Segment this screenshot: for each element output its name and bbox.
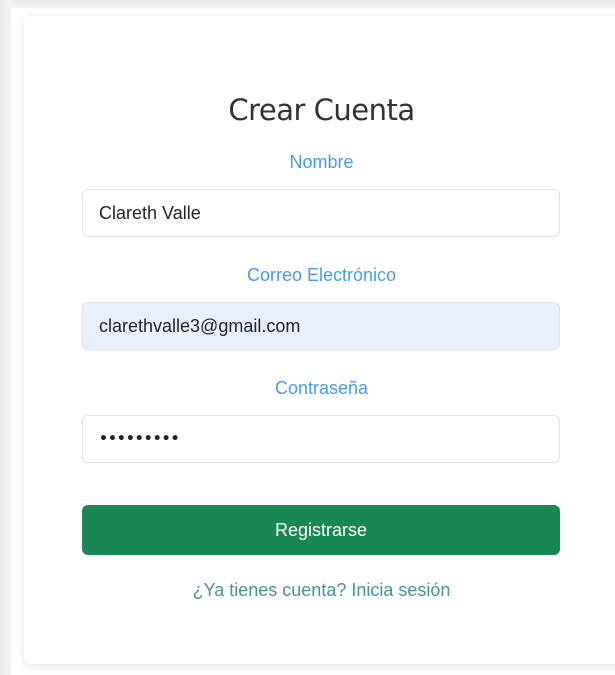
page-title: Crear Cuenta [228,93,415,127]
email-input[interactable]: clarethvalle3@gmail.com [82,302,560,350]
page: Crear Cuenta Nombre Clareth Valle Correo… [0,0,615,675]
password-input[interactable]: ••••••••• [82,415,560,463]
name-input-value: Clareth Valle [99,202,201,223]
register-button[interactable]: Registrarse [82,505,560,555]
name-label: Nombre [289,152,354,172]
email-input-value: clarethvalle3@gmail.com [99,315,301,336]
register-button-label: Registrarse [274,519,368,540]
name-input[interactable]: Clareth Valle [82,189,560,237]
register-card: Crear Cuenta Nombre Clareth Valle Correo… [24,16,615,664]
email-label: Correo Electrónico [246,265,397,285]
password-label: Contraseña [274,378,369,398]
login-link[interactable]: ¿Ya tienes cuenta? Inicia sesión [24,580,615,601]
background-left [0,0,12,675]
password-input-value: ••••••••• [99,431,180,447]
background-top [0,0,615,8]
